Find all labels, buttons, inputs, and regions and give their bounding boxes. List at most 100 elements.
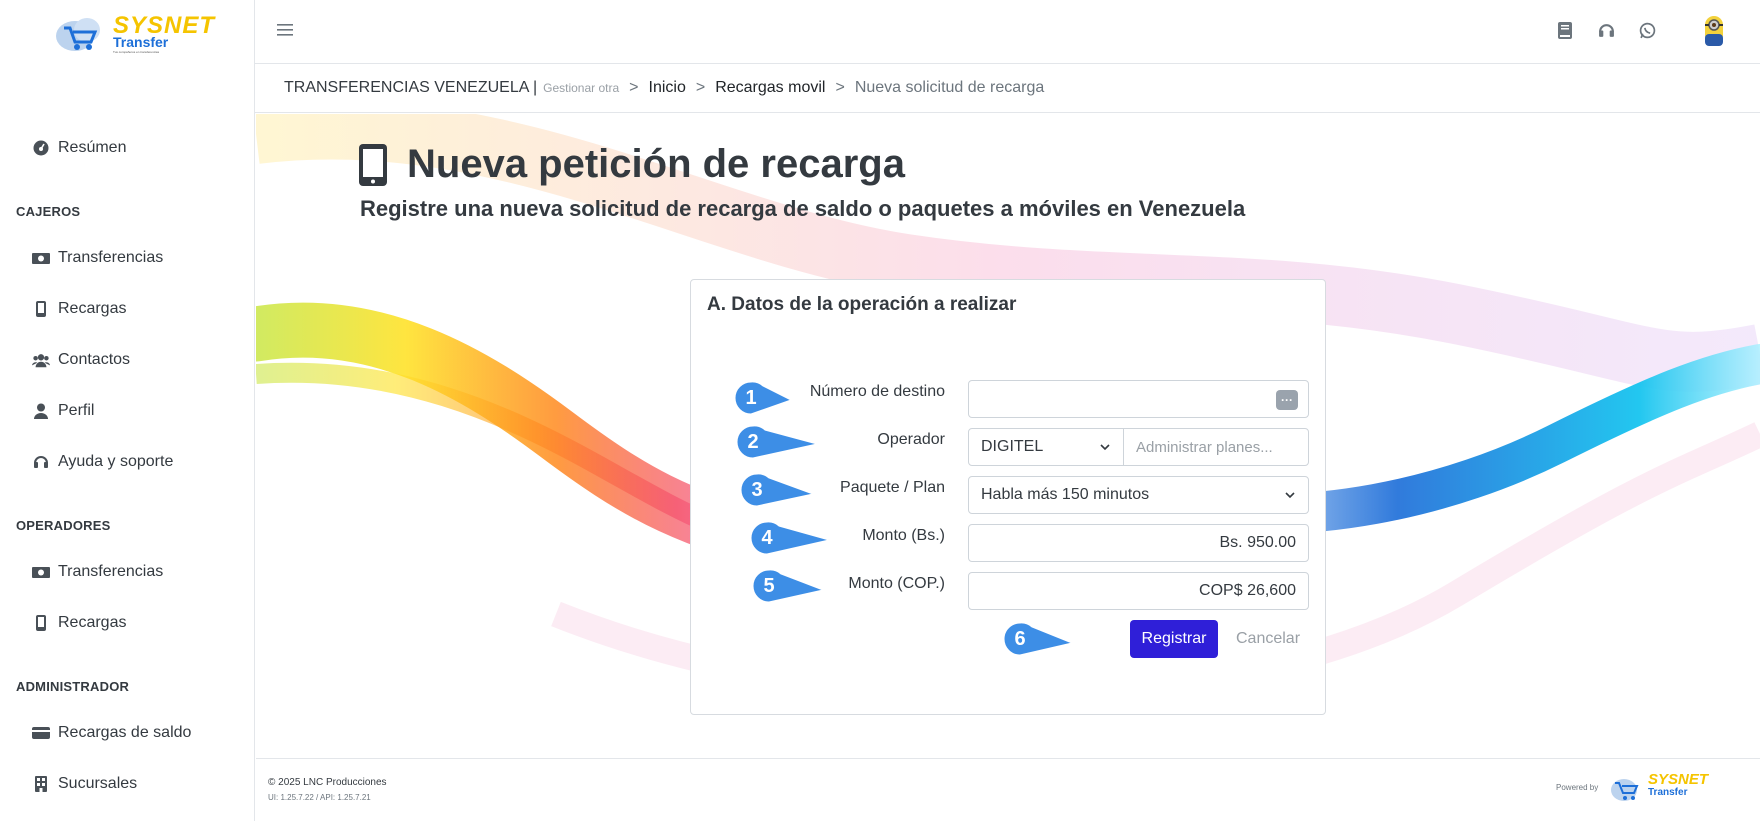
mobile-icon	[32, 614, 50, 632]
paquete-plan-label: Paquete / Plan	[840, 479, 945, 496]
page-title: Nueva petición de recarga	[359, 142, 905, 187]
app-root: SYSNET Transfer Tus compañeros en transf…	[0, 0, 1760, 821]
administrar-planes-placeholder: Administrar planes...	[1136, 438, 1273, 456]
headset-icon[interactable]	[1596, 20, 1616, 40]
breadcrumb: TRANSFERENCIAS VENEZUELA | Gestionar otr…	[255, 64, 1760, 113]
book-icon[interactable]	[1555, 20, 1575, 40]
sidebar: SYSNET Transfer Tus compañeros en transf…	[0, 0, 255, 821]
money-icon	[32, 249, 50, 267]
dashboard-icon	[32, 139, 50, 157]
sidebar-item-transferencias[interactable]: Transferencias	[32, 249, 163, 267]
footer-brand-name: SYSNET	[1648, 771, 1709, 788]
powered-by: Powered by	[1556, 783, 1599, 792]
sidebar-item-label: Transferencias	[58, 249, 164, 266]
footer-brand-logo[interactable]: SYSNET Transfer	[1610, 771, 1710, 805]
monto-bs-input[interactable]: Bs. 950.00	[968, 524, 1309, 562]
callout-number: 4	[761, 526, 773, 549]
callout-number: 5	[763, 574, 775, 597]
whatsapp-icon[interactable]	[1637, 20, 1657, 40]
sidebar-item-op-recargas[interactable]: Recargas	[32, 614, 126, 632]
sidebar-item-label: Sucursales	[58, 775, 138, 792]
sidebar-item-ayuda[interactable]: Ayuda y soporte	[32, 453, 173, 471]
main-content: Nueva petición de recarga Registre una n…	[256, 114, 1760, 758]
hamburger-icon[interactable]	[277, 20, 293, 43]
sidebar-item-label: Ayuda y soporte	[58, 453, 174, 470]
more-options-button[interactable]: ···	[1276, 390, 1298, 410]
footer: © 2025 LNC Producciones UI: 1.25.7.22 / …	[256, 758, 1760, 821]
brand-subname: Transfer	[113, 34, 169, 50]
sidebar-item-label: Recargas de saldo	[58, 724, 192, 741]
numero-destino-label: Número de destino	[809, 383, 945, 400]
callout-number: 1	[745, 386, 757, 409]
callout-5: 5	[751, 568, 841, 612]
monto-bs-value: Bs. 950.00	[1219, 534, 1297, 551]
chevron-down-icon	[1285, 492, 1295, 499]
breadcrumb-recargas-movil[interactable]: Recargas movil	[715, 79, 825, 97]
user-icon	[32, 402, 50, 420]
breadcrumb-separator: >	[695, 79, 706, 96]
callout-2: 2	[735, 424, 825, 468]
sidebar-item-recargas-saldo[interactable]: Recargas de saldo	[32, 724, 191, 742]
numero-destino-input[interactable]: ···	[968, 380, 1309, 418]
copyright: © 2025 LNC Producciones	[268, 777, 387, 788]
sidebar-item-recargas[interactable]: Recargas	[32, 300, 126, 318]
page-subtitle: Registre una nueva solicitud de recarga …	[360, 196, 1246, 221]
form-card: A. Datos de la operación a realizar Núme…	[690, 279, 1326, 715]
operador-value: DIGITEL	[981, 438, 1044, 455]
monto-cop-label: Monto (COP.)	[848, 575, 945, 592]
operador-select[interactable]: DIGITEL	[968, 428, 1124, 466]
brand-tagline: Tus compañeros en transferencias	[113, 50, 160, 54]
callout-6: 6	[1002, 621, 1092, 665]
users-icon	[32, 351, 50, 369]
monto-bs-label: Monto (Bs.)	[862, 527, 945, 544]
top-bar	[255, 0, 1760, 64]
mobile-icon	[32, 300, 50, 318]
chevron-down-icon	[1100, 444, 1110, 451]
registrar-button[interactable]: Registrar	[1130, 620, 1218, 658]
money-icon	[32, 563, 50, 581]
version-info: UI: 1.25.7.22 / API: 1.25.7.21	[268, 793, 371, 802]
building-icon	[32, 775, 50, 793]
paquete-plan-value: Habla más 150 minutos	[981, 486, 1150, 503]
paquete-plan-select[interactable]: Habla más 150 minutos	[968, 476, 1309, 514]
footer-brand-subname: Transfer	[1648, 787, 1688, 798]
credit-card-icon	[32, 724, 50, 742]
sidebar-item-label: Recargas	[58, 614, 127, 631]
callout-number: 3	[751, 478, 763, 501]
avatar[interactable]	[1703, 14, 1725, 48]
nav-section-cajeros: CAJEROS	[16, 204, 81, 219]
callout-1: 1	[733, 380, 823, 424]
breadcrumb-root: TRANSFERENCIAS VENEZUELA |	[284, 79, 538, 96]
nav-section-operadores: OPERADORES	[16, 518, 111, 533]
administrar-planes-field[interactable]: Administrar planes...	[1123, 428, 1309, 466]
operador-label: Operador	[877, 431, 945, 448]
callout-number: 2	[747, 430, 759, 453]
cancelar-button[interactable]: Cancelar	[1236, 630, 1300, 648]
mobile-icon	[359, 143, 387, 186]
callout-3: 3	[739, 472, 829, 516]
callout-number: 6	[1014, 627, 1026, 650]
breadcrumb-current: Nueva solicitud de recarga	[854, 79, 1045, 96]
sidebar-item-resumen[interactable]: Resúmen	[32, 139, 126, 157]
page-title-text: Nueva petición de recarga	[407, 142, 905, 186]
monto-cop-value: COP$ 26,600	[1199, 582, 1296, 599]
sidebar-item-label: Transferencias	[58, 563, 164, 580]
callout-4: 4	[749, 520, 839, 564]
sidebar-item-label: Recargas	[58, 300, 127, 317]
monto-cop-input[interactable]: COP$ 26,600	[968, 572, 1309, 610]
manage-other-link[interactable]: Gestionar otra	[543, 81, 619, 95]
sidebar-item-perfil[interactable]: Perfil	[32, 402, 94, 420]
card-title: A. Datos de la operación a realizar	[707, 294, 1017, 315]
sidebar-item-sucursales[interactable]: Sucursales	[32, 775, 137, 793]
sidebar-item-label: Perfil	[58, 402, 95, 419]
headset-icon	[32, 453, 50, 471]
brand-logo[interactable]: SYSNET Transfer Tus compañeros en transf…	[55, 12, 214, 56]
sidebar-item-contactos[interactable]: Contactos	[32, 351, 130, 369]
breadcrumb-inicio[interactable]: Inicio	[649, 79, 686, 97]
breadcrumb-separator: >	[835, 79, 845, 96]
breadcrumb-separator: >	[629, 79, 639, 96]
nav-section-administrador: ADMINISTRADOR	[16, 679, 130, 694]
sidebar-item-op-transferencias[interactable]: Transferencias	[32, 563, 163, 581]
sidebar-item-label: Resúmen	[58, 139, 127, 156]
sidebar-item-label: Contactos	[58, 351, 131, 368]
